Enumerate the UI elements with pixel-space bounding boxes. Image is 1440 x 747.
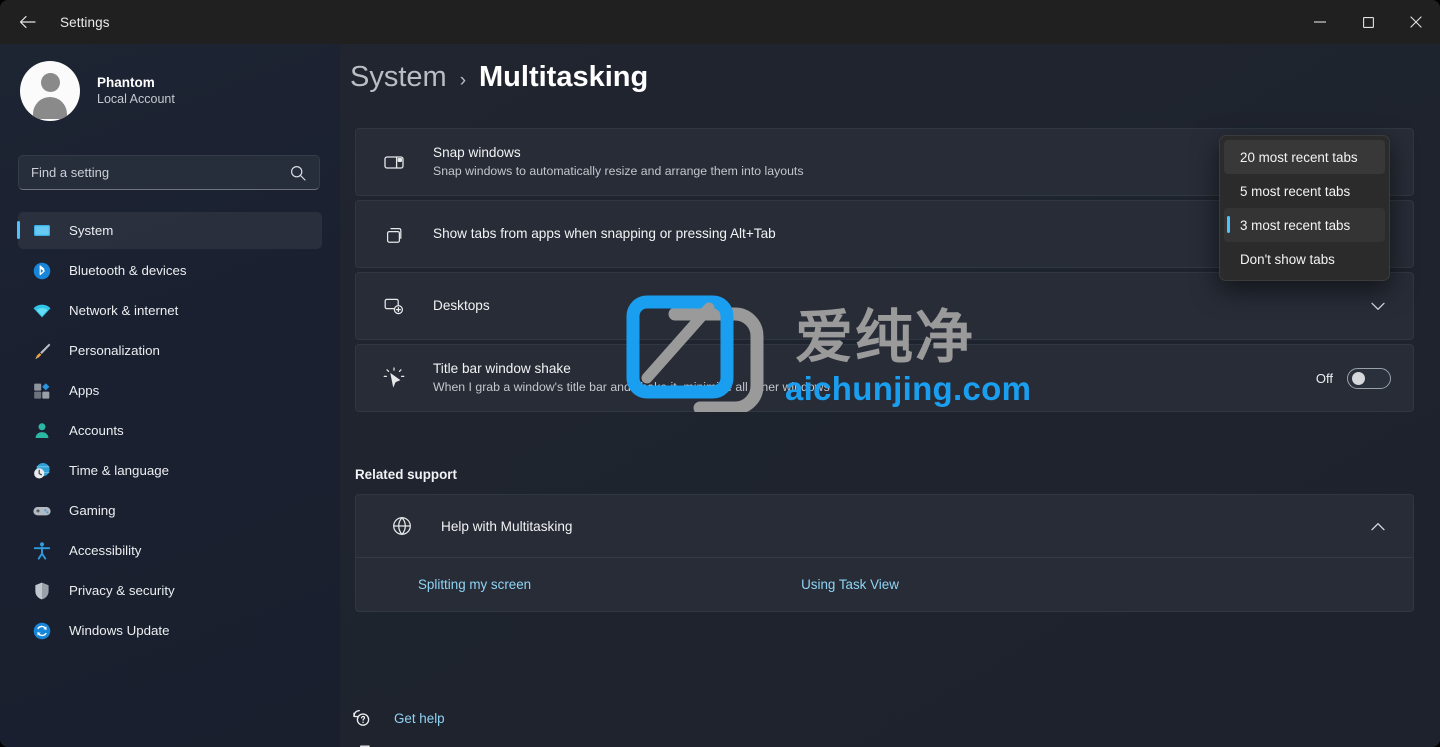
avatar: [20, 61, 80, 121]
sidebar-item-gaming[interactable]: Gaming: [18, 492, 322, 529]
sidebar-nav: System Bluetooth & devices Network & int…: [0, 209, 340, 652]
profile-name: Phantom: [97, 75, 155, 90]
shield-icon: [31, 580, 53, 602]
sidebar-item-network-internet[interactable]: Network & internet: [18, 292, 322, 329]
chevron-down-icon[interactable]: [1365, 296, 1391, 317]
accessibility-icon: [31, 540, 53, 562]
help-icon: [350, 707, 372, 729]
sidebar-item-apps[interactable]: Apps: [18, 372, 322, 409]
search-box[interactable]: [18, 155, 320, 190]
sidebar-item-system[interactable]: System: [17, 212, 322, 249]
give-feedback-link[interactable]: Give feedback: [350, 743, 480, 747]
settings-window: Settings Phantom Local Account Find a se…: [0, 0, 1440, 747]
close-icon: [1410, 16, 1422, 28]
profile-section[interactable]: Phantom Local Account: [20, 56, 340, 126]
sidebar-item-label: Bluetooth & devices: [69, 263, 187, 278]
profile-text: Phantom Local Account: [97, 74, 175, 108]
globe-help-icon: [390, 514, 414, 538]
sidebar-item-label: Personalization: [69, 343, 160, 358]
title-bar: Settings: [0, 0, 1440, 44]
paintbrush-icon: [31, 340, 53, 362]
sidebar-item-time-language[interactable]: Time & language: [18, 452, 322, 489]
sidebar-item-label: Gaming: [69, 503, 116, 518]
window-controls: [1296, 0, 1440, 44]
setting-text: Desktops: [433, 297, 1365, 315]
setting-card-desktops[interactable]: Desktops: [355, 272, 1414, 340]
sidebar-item-privacy-security[interactable]: Privacy & security: [18, 572, 322, 609]
setting-subtitle: When I grab a window's title bar and sha…: [433, 380, 830, 394]
dropdown-option-20-most-recent-tabs[interactable]: 20 most recent tabs: [1224, 140, 1385, 174]
account-icon: [31, 420, 53, 442]
window-shake-icon: [382, 366, 406, 390]
wifi-icon: [31, 300, 53, 322]
toggle-state-label: Off: [1315, 370, 1333, 386]
setting-title: Title bar window shake: [433, 361, 571, 376]
sidebar-item-label: Time & language: [69, 463, 170, 478]
bluetooth-icon: [31, 260, 53, 282]
maximize-button[interactable]: [1344, 0, 1392, 44]
sidebar-item-label: Accounts: [69, 423, 124, 438]
minimize-button[interactable]: [1296, 0, 1344, 44]
monitor-icon: [31, 220, 53, 242]
dropdown-option-3-most-recent-tabs[interactable]: 3 most recent tabs: [1224, 208, 1385, 242]
breadcrumb-parent[interactable]: System: [350, 61, 447, 94]
feedback-icon: [350, 743, 372, 747]
title-bar-shake-toggle[interactable]: [1347, 367, 1391, 389]
back-arrow-icon: [19, 16, 36, 28]
help-with-multitasking-row[interactable]: Help with Multitasking: [356, 495, 1413, 557]
apps-icon: [31, 380, 53, 402]
tabs-stack-icon: [382, 222, 406, 246]
setting-card-title-bar-shake[interactable]: Title bar window shake When I grab a win…: [355, 344, 1414, 412]
sidebar-item-label: System: [69, 223, 114, 238]
tabs-dropdown-menu: 20 most recent tabs 5 most recent tabs 3…: [1219, 135, 1390, 281]
sidebar-item-label: Apps: [69, 383, 100, 398]
sidebar-item-label: Accessibility: [69, 543, 142, 558]
back-button[interactable]: [10, 6, 44, 38]
sidebar-item-accounts[interactable]: Accounts: [18, 412, 322, 449]
dropdown-option-5-most-recent-tabs[interactable]: 5 most recent tabs: [1224, 174, 1385, 208]
minimize-icon: [1314, 21, 1326, 23]
toggle-knob: [1352, 371, 1365, 385]
setting-text: Title bar window shake When I grab a win…: [433, 360, 1316, 396]
sidebar-item-personalization[interactable]: Personalization: [18, 332, 322, 369]
breadcrumb: System › Multitasking: [350, 61, 648, 94]
related-support-card: Help with Multitasking Splitting my scre…: [355, 494, 1414, 612]
gamepad-icon: [31, 500, 53, 522]
get-help-link[interactable]: Get help: [350, 707, 445, 729]
snap-layout-icon: [382, 150, 406, 174]
sidebar-item-windows-update[interactable]: Windows Update: [18, 612, 322, 649]
breadcrumb-separator: ›: [459, 70, 467, 91]
profile-subtitle: Local Account: [97, 92, 175, 106]
support-link-using-task-view[interactable]: Using Task View: [801, 577, 899, 592]
dropdown-option-dont-show-tabs[interactable]: Don't show tabs: [1224, 242, 1385, 276]
toggle-control: Off: [1315, 367, 1391, 389]
page-title: Multitasking: [479, 61, 649, 93]
support-link-splitting-my-screen[interactable]: Splitting my screen: [418, 577, 531, 592]
close-button[interactable]: [1392, 0, 1440, 44]
sidebar-item-accessibility[interactable]: Accessibility: [18, 532, 322, 569]
update-icon: [31, 620, 53, 642]
clock-globe-icon: [31, 460, 53, 482]
maximize-icon: [1362, 16, 1374, 28]
sidebar-item-label: Windows Update: [69, 623, 170, 638]
sidebar-item-label: Network & internet: [69, 303, 179, 318]
related-support-links: Splitting my screen Using Task View: [356, 557, 1413, 611]
search-input[interactable]: [19, 165, 290, 180]
sidebar-item-bluetooth-devices[interactable]: Bluetooth & devices: [18, 252, 322, 289]
setting-title: Desktops: [433, 298, 490, 313]
get-help-label: Get help: [394, 710, 445, 726]
chevron-up-icon[interactable]: [1365, 516, 1391, 537]
related-support-heading: Related support: [355, 467, 457, 482]
window-title: Settings: [60, 14, 110, 30]
sidebar: Phantom Local Account Find a setting Sys…: [0, 44, 340, 747]
desktops-icon: [382, 294, 406, 318]
search-icon: [290, 165, 306, 181]
sidebar-item-label: Privacy & security: [69, 583, 175, 598]
help-title: Help with Multitasking: [441, 518, 573, 534]
